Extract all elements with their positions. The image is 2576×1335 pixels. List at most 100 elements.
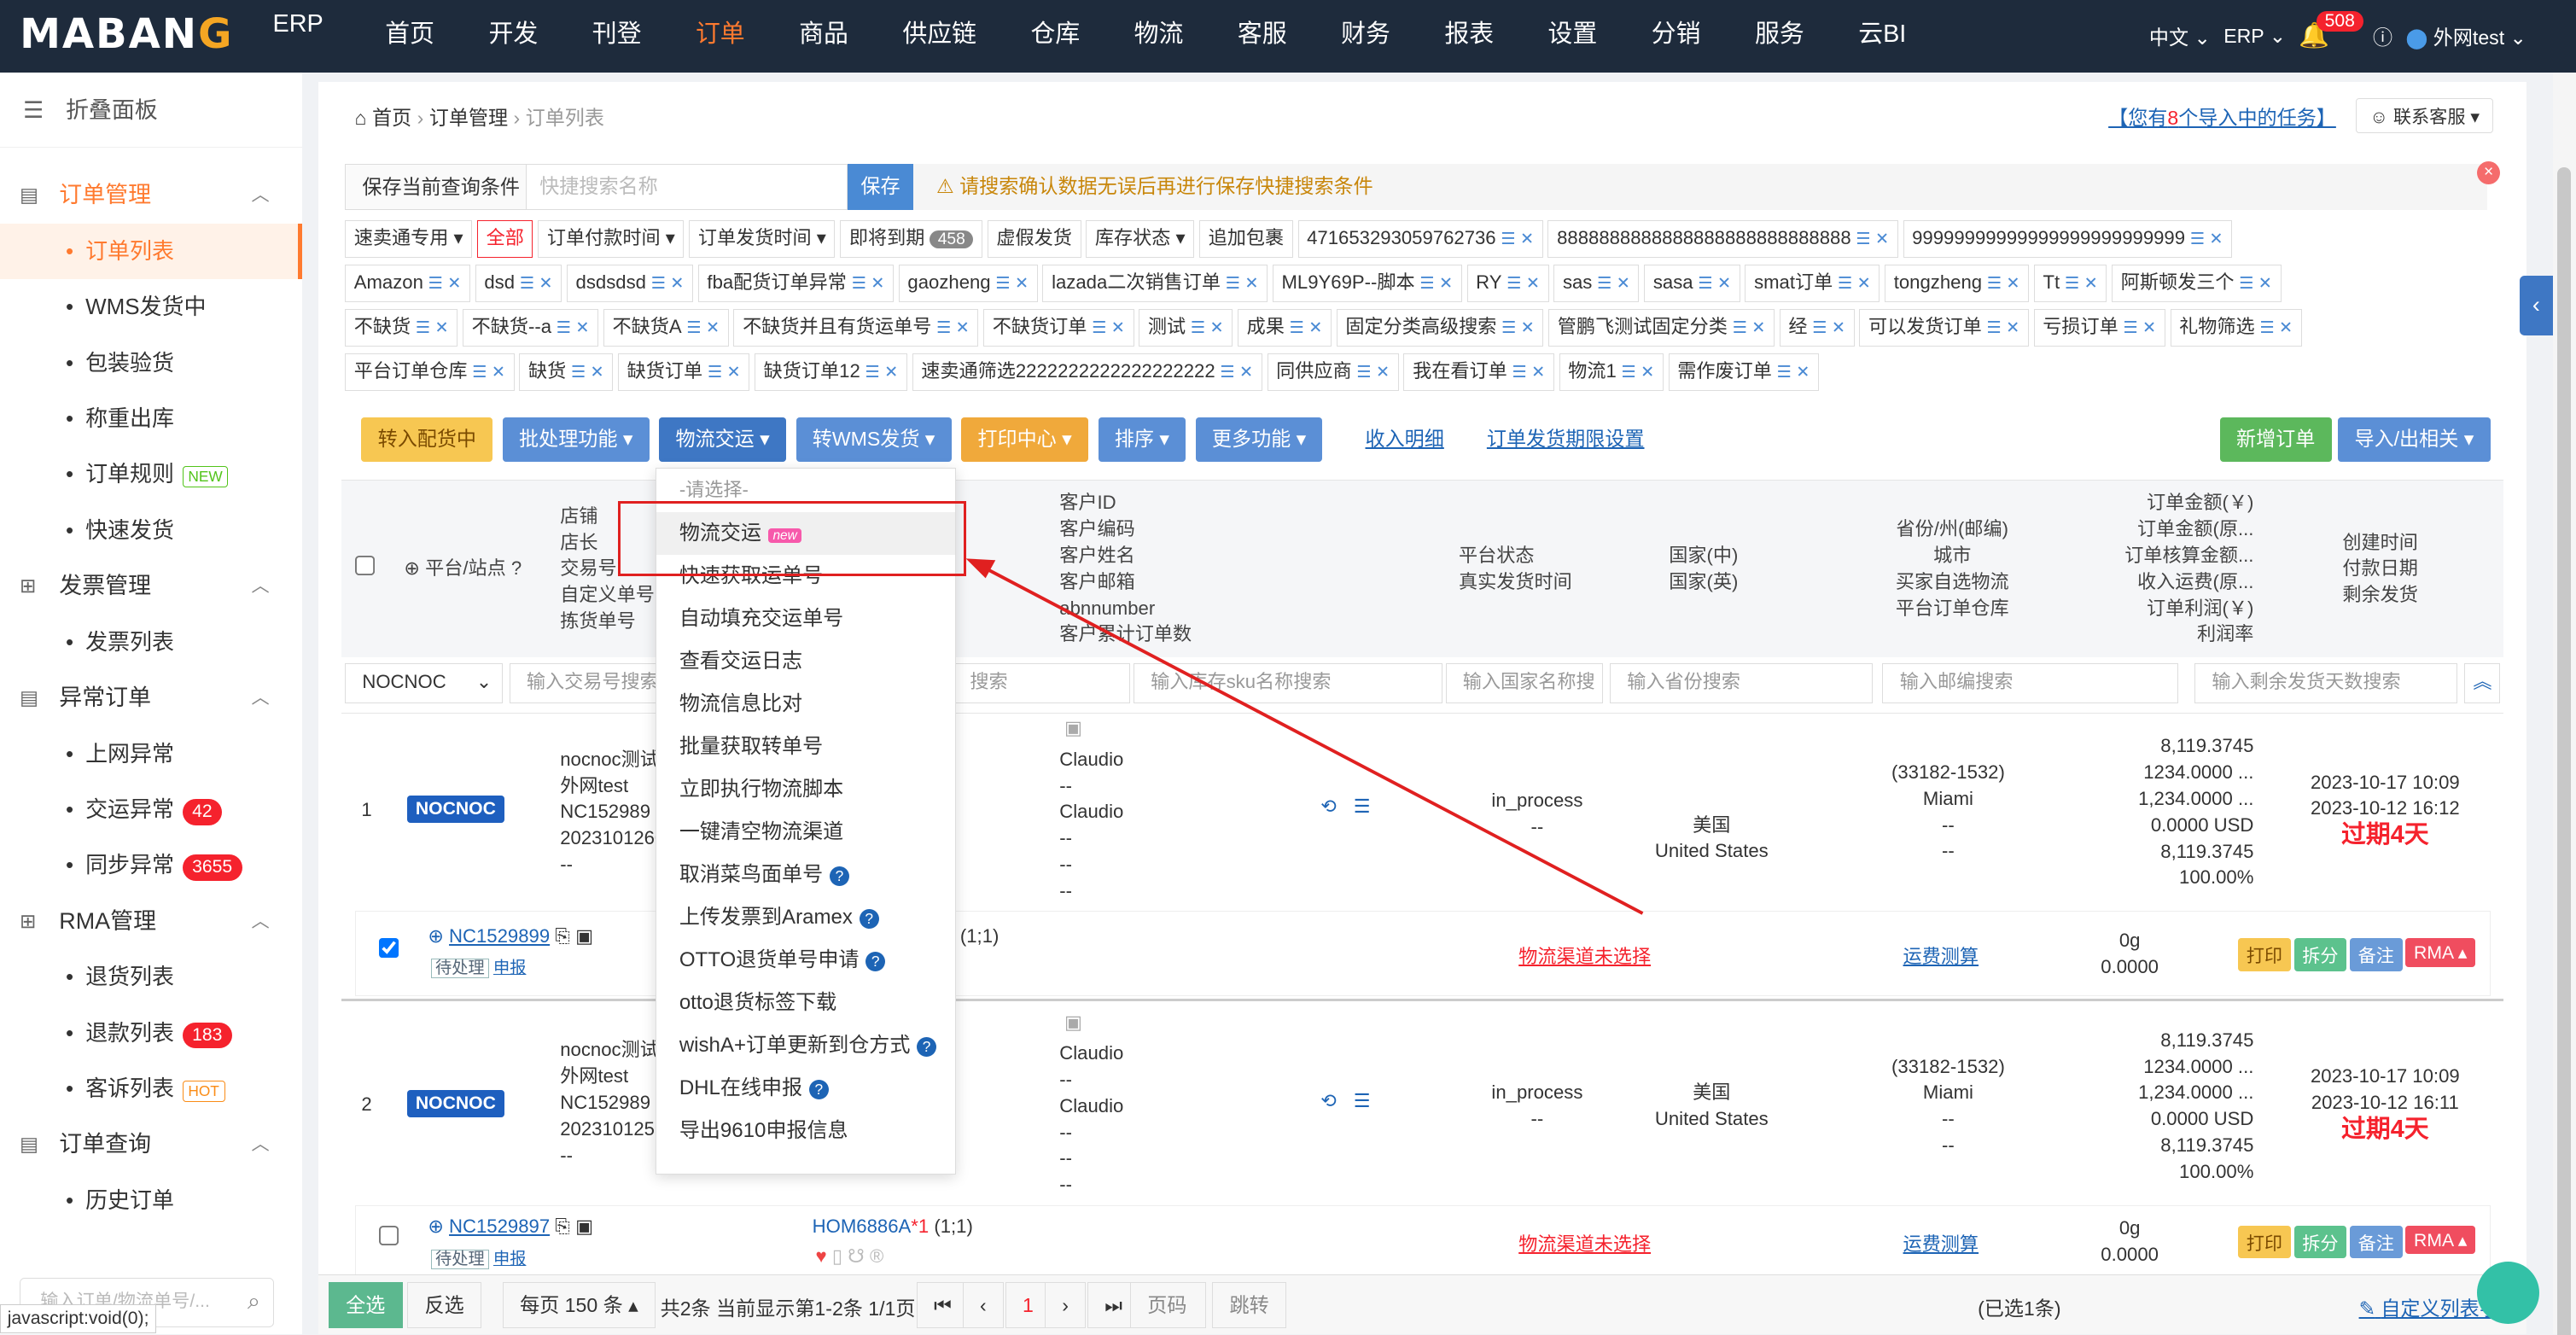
list-icon[interactable]: ☰ ✕ — [1698, 275, 1731, 293]
list-icon[interactable]: ☰ — [1354, 796, 1371, 818]
batch-button[interactable]: 批处理功能 ▾ — [502, 417, 650, 462]
nav-orders[interactable]: 订单 — [668, 0, 772, 73]
menu-item-clear-channel[interactable]: 一键清空物流渠道 — [656, 811, 955, 854]
freight-calc-link[interactable]: 运费测算 — [1903, 1229, 1979, 1256]
next-page-icon[interactable]: › — [1044, 1282, 1087, 1328]
list-icon[interactable]: ☰ ✕ — [2259, 319, 2293, 337]
list-icon[interactable]: ☰ ✕ — [865, 364, 899, 382]
filter-chip[interactable]: 礼物筛选 ☰ ✕ — [2170, 308, 2302, 347]
list-icon[interactable]: ☰ ✕ — [708, 364, 741, 382]
nav-finance[interactable]: 财务 — [1314, 0, 1417, 73]
filter-chip[interactable]: fba配货订单异常 ☰ ✕ — [697, 264, 895, 303]
filter-chip[interactable]: 测试 ☰ ✕ — [1139, 308, 1233, 347]
jump-button[interactable]: 跳转 — [1212, 1282, 1286, 1328]
trade-no-input[interactable]: 输入交易号搜索 — [509, 663, 667, 703]
nav-reports[interactable]: 报表 — [1418, 0, 1521, 73]
list-icon[interactable]: ☰ ✕ — [1501, 319, 1535, 337]
menu-item-otto-return[interactable]: OTTO退货单号申请? — [656, 939, 955, 982]
collapse-up-icon[interactable]: ︽ — [2463, 663, 2501, 703]
menu-item-logistics-compare[interactable]: 物流信息比对 — [656, 683, 955, 726]
page-size-select[interactable]: 每页 150 条 ▴ — [502, 1282, 656, 1328]
nav-home[interactable]: 首页 — [358, 0, 462, 73]
filter-chip[interactable]: 99999999999999999999999999 ☰ ✕ — [1903, 219, 2233, 259]
filter-chip[interactable]: 缺货订单12 ☰ ✕ — [755, 353, 907, 391]
sku-info[interactable]: HOM6886A*1 (1;1) — [813, 1215, 973, 1238]
sidebar-item-weigh-out[interactable]: 称重出库 — [0, 391, 302, 446]
customer-search-input[interactable]: 搜索 — [953, 663, 1131, 703]
menu-item-ship-log[interactable]: 查看交运日志 — [656, 640, 955, 683]
select-all-button[interactable]: 全选 — [328, 1282, 403, 1328]
filter-chip[interactable]: 成果 ☰ ✕ — [1238, 308, 1332, 347]
list-icon[interactable]: ☰ ✕ — [1226, 275, 1259, 293]
list-icon[interactable]: ☰ ✕ — [1290, 319, 1323, 337]
list-icon[interactable]: ☰ ✕ — [416, 319, 449, 337]
filter-chip[interactable]: 不缺货A ☰ ✕ — [603, 308, 729, 347]
list-icon[interactable]: ☰ ✕ — [1838, 275, 1871, 293]
filter-chip[interactable]: 管鹏飞测试固定分类 ☰ ✕ — [1548, 308, 1775, 347]
sidebar-item-order-rules[interactable]: 订单规则NEW — [0, 446, 302, 503]
filter-chip[interactable]: 订单发货时间 ▾ — [689, 219, 836, 259]
nav-warehouse[interactable]: 仓库 — [1004, 0, 1107, 73]
first-page-icon[interactable]: ⏮ — [916, 1282, 970, 1328]
menu-item-cancel-cainiao[interactable]: 取消菜鸟面单号? — [656, 854, 955, 896]
language-select[interactable]: 中文 ⌄ — [2149, 21, 2211, 50]
logistics-channel-link[interactable]: 物流渠道未选择 — [1518, 941, 1651, 969]
filter-chip[interactable]: 可以发货订单 ☰ ✕ — [1859, 308, 2029, 347]
to-allocation-button[interactable]: 转入配货中 — [361, 417, 493, 462]
sidebar-item-refunds[interactable]: 退款列表183 — [0, 1006, 302, 1061]
declare-link[interactable]: 申报 — [493, 959, 526, 977]
menu-item-batch-transfer[interactable]: 批量获取转单号 — [656, 726, 955, 768]
list-icon[interactable]: ☰ ✕ — [1733, 319, 1766, 337]
filter-chip[interactable]: 经 ☰ ✕ — [1779, 308, 1855, 347]
print-center-button[interactable]: 打印中心 ▾ — [961, 417, 1088, 462]
floating-help-button[interactable] — [2477, 1262, 2540, 1325]
sidebar-item-order-list[interactable]: 订单列表 — [0, 223, 303, 279]
filter-chip[interactable]: 追加包裹 — [1199, 219, 1293, 259]
filter-chip[interactable]: 固定分类高级搜索 ☰ ✕ — [1336, 308, 1544, 347]
filter-chip[interactable]: 同供应商 ☰ ✕ — [1267, 353, 1399, 391]
to-wms-button[interactable]: 转WMS发货 ▾ — [796, 417, 952, 462]
list-icon[interactable]: ☰ ✕ — [1777, 364, 1810, 382]
sidebar-item-quick-ship[interactable]: 快速发货 — [0, 503, 302, 558]
prev-page-icon[interactable]: ‹ — [962, 1282, 1004, 1328]
list-icon[interactable]: ☰ ✕ — [557, 319, 590, 337]
invert-select-button[interactable]: 反选 — [407, 1282, 481, 1328]
save-button[interactable]: 保存 — [848, 164, 913, 211]
print-button[interactable]: 打印 — [2238, 937, 2291, 971]
list-icon[interactable]: ☰ — [1354, 1090, 1371, 1112]
order-number[interactable]: ⊕ NC1529897 ⎘ ▣ — [428, 1215, 593, 1238]
sidebar-group-rma[interactable]: ⊞ RMA管理 ︿ — [0, 894, 302, 949]
quick-search-name-input[interactable]: 快捷搜索名称 — [525, 164, 848, 211]
list-icon[interactable]: ☰ ✕ — [1597, 275, 1630, 293]
list-icon[interactable]: ☰ ✕ — [1512, 364, 1545, 382]
order-number[interactable]: ⊕ NC1529899 ⎘ ▣ — [428, 925, 593, 947]
list-icon[interactable]: ☰ ✕ — [852, 275, 885, 293]
filter-chip[interactable]: tongzheng ☰ ✕ — [1885, 264, 2030, 303]
filter-chip[interactable]: 速卖通专用 ▾ — [345, 219, 473, 259]
page-input[interactable]: 页码 — [1130, 1282, 1206, 1328]
menu-item-dhl-declare[interactable]: DHL在线申报? — [656, 1067, 955, 1110]
filter-chip[interactable]: 即将到期 458 — [840, 219, 983, 259]
import-task-link[interactable]: 【您有8个导入中的任务】 — [2108, 102, 2336, 131]
filter-chip[interactable]: 不缺货 ☰ ✕ — [345, 308, 458, 347]
search-icon[interactable]: ⌕ — [248, 1279, 260, 1325]
support-button[interactable]: ☺ 联系客服 ▾ — [2355, 98, 2494, 134]
filter-chip[interactable]: smat订单 ☰ ✕ — [1745, 264, 1880, 303]
ship-deadline-link[interactable]: 订单发货期限设置 — [1487, 417, 1645, 463]
sidebar-group-order-query[interactable]: ▤ 订单查询 ︿ — [0, 1116, 302, 1172]
filter-chip[interactable]: 不缺货并且有货运单号 ☰ ✕ — [733, 308, 979, 347]
filter-chip[interactable]: 8888888888888888888888888888 ☰ ✕ — [1547, 219, 1898, 259]
remark-button[interactable]: 备注 — [2350, 1225, 2403, 1259]
list-icon[interactable]: ☰ ✕ — [2190, 230, 2223, 248]
filter-chip[interactable]: 库存状态 ▾ — [1086, 219, 1195, 259]
list-icon[interactable]: ☰ ✕ — [1191, 319, 1224, 337]
nav-products[interactable]: 商品 — [772, 0, 875, 73]
filter-chip[interactable]: 缺货 ☰ ✕ — [519, 353, 614, 391]
rma-button[interactable]: RMA ▴ — [2405, 937, 2475, 967]
split-button[interactable]: 拆分 — [2293, 937, 2347, 971]
declare-link[interactable]: 申报 — [493, 1250, 526, 1268]
filter-chip[interactable]: 物流1 ☰ ✕ — [1559, 353, 1664, 391]
sidebar-item-returns[interactable]: 退货列表 — [0, 949, 302, 1005]
history-icon[interactable]: ⟲ — [1320, 1090, 1337, 1112]
print-button[interactable]: 打印 — [2238, 1225, 2291, 1259]
